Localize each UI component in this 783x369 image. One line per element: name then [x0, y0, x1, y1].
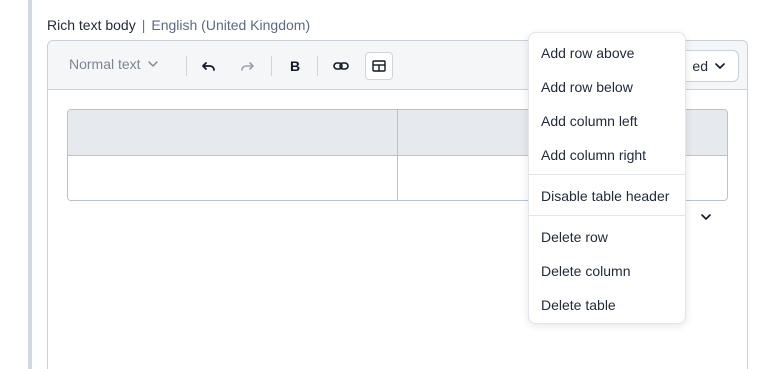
field-locale: English (United Kingdom) — [151, 17, 311, 33]
link-button[interactable] — [327, 52, 355, 80]
undo-button[interactable] — [195, 52, 223, 80]
link-icon — [333, 62, 349, 70]
toolbar-divider — [271, 56, 272, 76]
bold-icon: B — [289, 58, 301, 74]
menu-item-disable-table-header[interactable]: Disable table header — [541, 187, 669, 205]
menu-divider — [529, 174, 685, 175]
table-cell[interactable] — [68, 155, 397, 200]
menu-item-add-column-left[interactable]: Add column left — [541, 112, 638, 130]
table-icon — [372, 60, 386, 72]
table-button[interactable] — [365, 52, 393, 80]
menu-item-delete-row[interactable]: Delete row — [541, 228, 608, 246]
toolbar-divider — [317, 56, 318, 76]
menu-item-add-row-above[interactable]: Add row above — [541, 44, 634, 62]
field-focus-indicator — [28, 0, 32, 369]
cell-options-chevron-icon[interactable] — [699, 210, 713, 224]
redo-button[interactable] — [233, 52, 261, 80]
menu-item-delete-column[interactable]: Delete column — [541, 262, 631, 280]
chevron-down-icon — [715, 63, 725, 69]
field-name: Rich text body — [47, 17, 136, 33]
undo-icon — [202, 62, 215, 71]
table-header-cell[interactable] — [68, 110, 397, 155]
text-style-dropdown[interactable]: Normal text — [69, 56, 159, 72]
bold-button[interactable]: B — [281, 52, 309, 80]
menu-item-add-row-below[interactable]: Add row below — [541, 78, 633, 96]
chevron-down-icon — [147, 61, 158, 67]
menu-divider — [529, 215, 685, 216]
field-label: Rich text body | English (United Kingdom) — [47, 16, 310, 34]
toolbar-divider — [186, 56, 187, 76]
label-separator: | — [141, 17, 146, 33]
text-style-label: Normal text — [69, 56, 141, 72]
table-column-divider — [397, 110, 398, 200]
table-context-menu: Add row above Add row below Add column l… — [528, 32, 686, 324]
redo-icon — [241, 62, 254, 71]
menu-item-delete-table[interactable]: Delete table — [541, 296, 616, 314]
status-label: ed — [692, 58, 708, 74]
menu-item-add-column-right[interactable]: Add column right — [541, 146, 646, 164]
